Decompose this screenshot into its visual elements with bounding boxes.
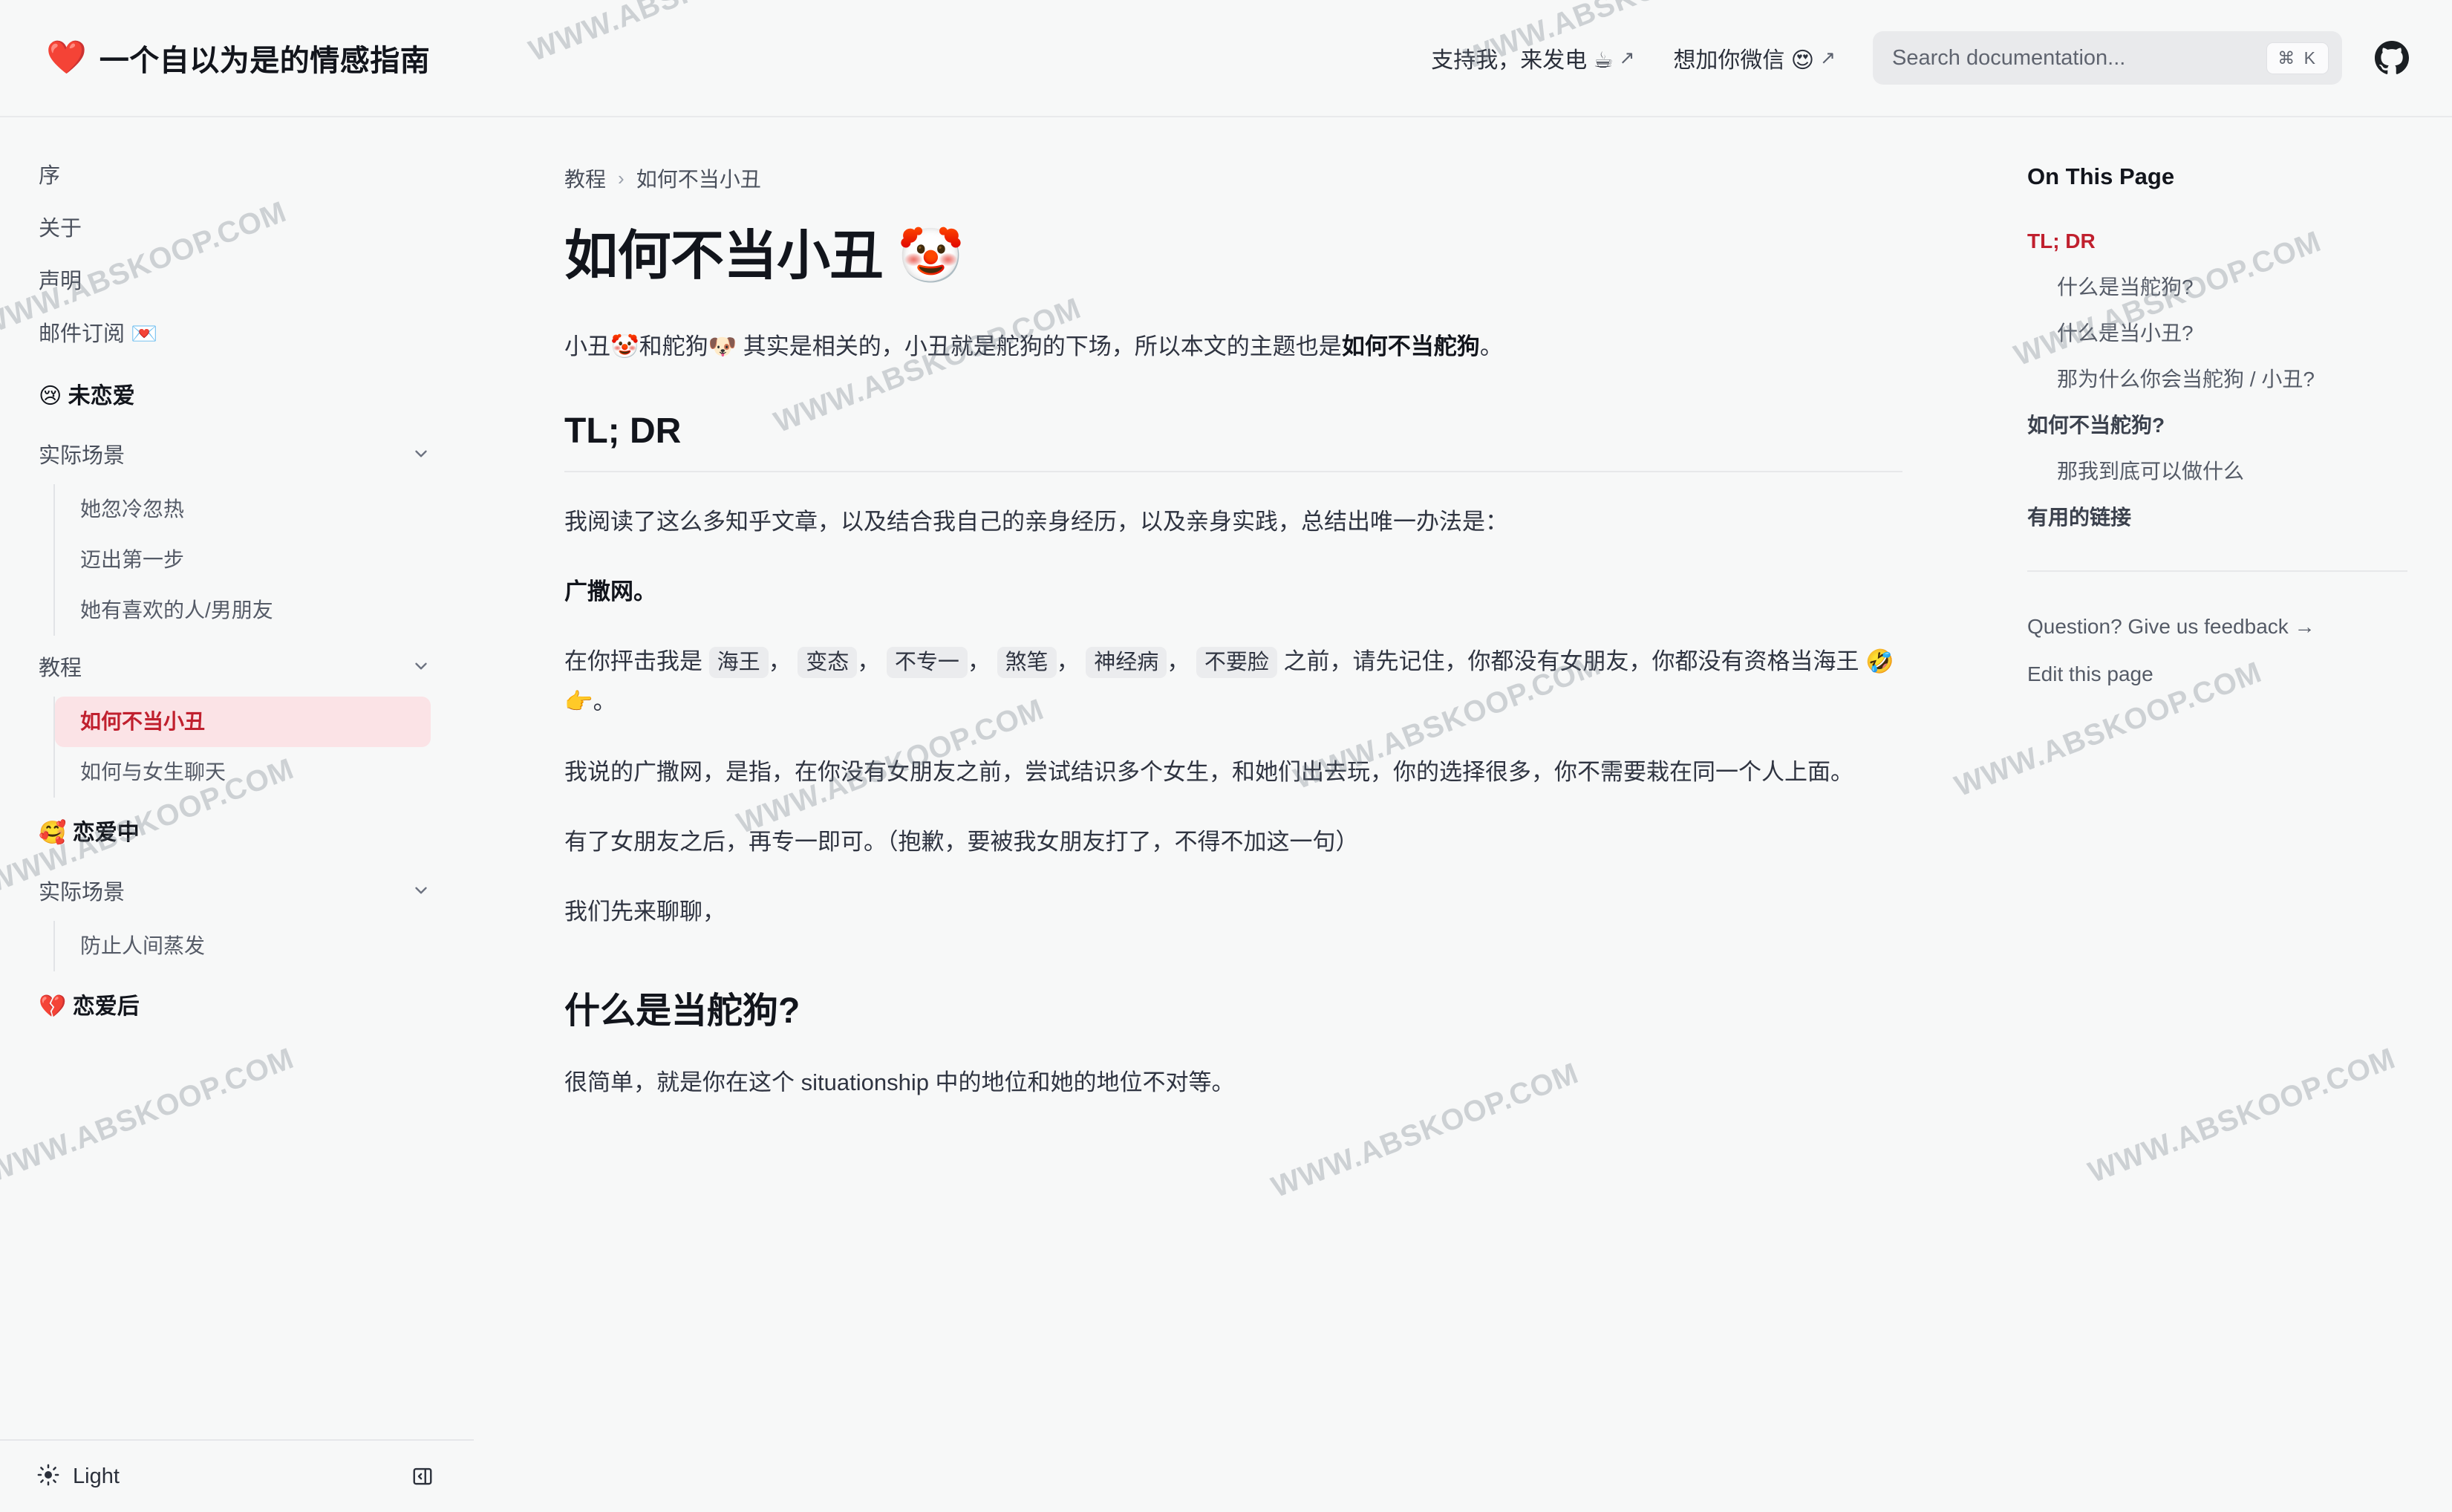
external-link-icon: ↗ [1619, 48, 1635, 68]
paragraph-7: 很简单，就是你在这个 situationship 中的地位和她的地位不对等。 [564, 1069, 1235, 1096]
sidebar-item-statement[interactable]: 声明 [39, 255, 435, 308]
sidebar-group-tutorials[interactable]: 教程 [0, 636, 474, 697]
heart-icon: ❤️ [46, 39, 87, 76]
p3-comma-2: ， [967, 648, 991, 675]
chevron-down-icon [411, 444, 431, 463]
toc-item-what-is-simp[interactable]: 什么是当舵狗? [2027, 264, 2407, 310]
chip-biantai: 变态 [798, 647, 858, 679]
paragraph-5: 有了女朋友之后，再专一即可。（抱歉，要被我女朋友打了，不得不加这一句） [564, 828, 1359, 855]
sidebar-item-prevent-ghosting[interactable]: 防止人间蒸发 [55, 921, 474, 971]
theme-label: Light [73, 1464, 120, 1488]
p3-comma-1: ， [857, 648, 881, 675]
sidebar-item-how-to-chat[interactable]: 如何与女生聊天 [55, 747, 474, 798]
sidebar-item-about[interactable]: 关于 [39, 203, 435, 255]
sidebar-section-after: 💔 恋爱后 [39, 994, 140, 1019]
sidebar-group-label: 实际场景 [39, 444, 125, 468]
external-link-icon: ↗ [1820, 48, 1836, 68]
sun-icon [37, 1464, 59, 1490]
paragraph-1: 我阅读了这么多知乎文章，以及结合我自己的亲身经历，以及亲身实践，总结出唯一办法是… [564, 508, 1508, 535]
sidebar-top-items: 序 关于 声明 邮件订阅 💌 [0, 150, 474, 361]
header-link-support-label: 支持我，来发电 ☕ [1431, 48, 1614, 73]
sidebar-children-scenarios-dating: 防止人间蒸发 [53, 921, 474, 971]
toc-item-tldr[interactable]: TL; DR [2027, 218, 2407, 264]
toc-footer: Question? Give us feedback → Edit this p… [2027, 603, 2407, 698]
sidebar-item-newsletter[interactable]: 邮件订阅 💌 [39, 308, 435, 361]
sidebar-footer: Light [0, 1439, 474, 1512]
p3-comma-0: ， [768, 648, 792, 675]
sidebar-item-preface[interactable]: 序 [39, 150, 435, 203]
sidebar-item-how-not-to-be-clown[interactable]: 如何不当小丑 [55, 697, 431, 747]
sidebar-collapse-icon[interactable] [411, 1465, 434, 1487]
breadcrumb-item-tutorials[interactable]: 教程 [564, 163, 606, 193]
breadcrumb-item-current[interactable]: 如何不当小丑 [636, 163, 761, 193]
sidebar: 序 关于 声明 邮件订阅 💌 😢 未恋爱 实际场景 她忽冷忽热 迈出第一步 她有… [0, 117, 474, 1512]
header-nav: 支持我，来发电 ☕ ↗ 想加你微信 😍 ↗ [1431, 42, 1836, 74]
theme-toggle[interactable]: Light [37, 1464, 120, 1490]
on-this-page: On This Page TL; DR 什么是当舵狗? 什么是当小丑? 那为什么… [1992, 117, 2452, 1512]
section-heading-what-is-simp: 什么是当舵狗? [564, 991, 801, 1032]
lead-text-2: 。 [1479, 333, 1503, 360]
p3-comma-4: ， [1167, 648, 1190, 675]
section-heading-tldr: TL; DR [564, 411, 1902, 472]
paragraph-2-strong: 广撒网。 [564, 578, 656, 605]
sidebar-group-scenarios-single[interactable]: 实际场景 [0, 423, 474, 484]
search-shortcut-badge: ⌘ K [2266, 42, 2329, 74]
chip-shabi: 煞笔 [997, 647, 1057, 679]
feedback-link[interactable]: Question? Give us feedback → [2027, 603, 2407, 651]
toc-item-useful-links[interactable]: 有用的链接 [2027, 495, 2407, 541]
toc-item-why-simp-clown[interactable]: 那为什么你会当舵狗 / 小丑? [2027, 356, 2407, 403]
chevron-down-icon [411, 881, 431, 900]
main-content: 教程 › 如何不当小丑 如何不当小丑 🤡 小丑🤡和舵狗🐶 其实是相关的，小丑就是… [474, 117, 1992, 1512]
sidebar-group-scenarios-dating[interactable]: 实际场景 [0, 860, 474, 921]
chip-shenjingbing: 神经病 [1086, 647, 1167, 679]
sidebar-item-she-has-someone[interactable]: 她有喜欢的人/男朋友 [55, 585, 474, 636]
sidebar-children-tutorials: 如何不当小丑 如何与女生聊天 [53, 697, 474, 798]
sidebar-item-hot-cold[interactable]: 她忽冷忽热 [55, 484, 474, 535]
toc-divider [2027, 570, 2407, 572]
toc-title: On This Page [2027, 163, 2175, 189]
chevron-right-icon: › [618, 166, 625, 189]
toc-item-how-not-to-simp[interactable]: 如何不当舵狗? [2027, 403, 2407, 449]
sidebar-section-single: 😢 未恋爱 [39, 384, 135, 408]
header-link-support[interactable]: 支持我，来发电 ☕ ↗ [1431, 42, 1634, 74]
p3-prefix: 在你抨击我是 [564, 648, 702, 675]
lead-paragraph: 小丑🤡和舵狗🐶 其实是相关的，小丑就是舵狗的下场，所以本文的主题也是如何不当舵狗… [564, 327, 1902, 367]
chip-haiwang: 海王 [708, 647, 769, 679]
brand-title: 一个自以为是的情感指南 [99, 45, 431, 77]
header-link-wechat[interactable]: 想加你微信 😍 ↗ [1673, 42, 1836, 74]
toc-item-what-can-i-do[interactable]: 那我到底可以做什么 [2027, 449, 2407, 495]
app-header: ❤️ 一个自以为是的情感指南 支持我，来发电 ☕ ↗ 想加你微信 😍 ↗ Sea… [0, 0, 2452, 117]
brand[interactable]: ❤️ 一个自以为是的情感指南 [46, 36, 430, 79]
sidebar-children-scenarios-single: 她忽冷忽热 迈出第一步 她有喜欢的人/男朋友 [53, 484, 474, 636]
toc-item-what-is-clown[interactable]: 什么是当小丑? [2027, 310, 2407, 356]
sidebar-section-dating: 🥰 恋爱中 [39, 821, 140, 845]
paragraph-6: 我们先来聊聊， [564, 899, 726, 925]
breadcrumb: 教程 › 如何不当小丑 [564, 163, 1902, 193]
chip-buzhuanyi: 不专一 [886, 647, 968, 679]
header-link-wechat-label: 想加你微信 😍 [1673, 48, 1815, 73]
search-input[interactable]: Search documentation... ⌘ K [1873, 31, 2342, 85]
sidebar-group-label: 教程 [39, 656, 82, 680]
edit-page-link[interactable]: Edit this page [2027, 651, 2407, 698]
github-icon[interactable] [2375, 41, 2409, 75]
p3-comma-3: ， [1056, 648, 1080, 675]
lead-text-1: 小丑🤡和舵狗🐶 其实是相关的，小丑就是舵狗的下场，所以本文的主题也是 [564, 333, 1342, 360]
paragraph-3: 在你抨击我是 海王， 变态， 不专一， 煞笔， 神经病， 不要脸 之前，请先记住… [564, 642, 1902, 723]
paragraph-2: 广撒网。 [564, 572, 1902, 612]
paragraph-4: 我说的广撒网，是指，在你没有女朋友之前，尝试结识多个女生，和她们出去玩，你的选择… [564, 758, 1853, 785]
chevron-down-icon [411, 656, 431, 676]
page-title: 如何不当小丑 🤡 [564, 227, 964, 286]
sidebar-item-first-step[interactable]: 迈出第一步 [55, 535, 474, 585]
search-placeholder: Search documentation... [1892, 45, 2126, 70]
sidebar-group-label: 实际场景 [39, 881, 125, 905]
lead-emphasis: 如何不当舵狗 [1341, 333, 1480, 360]
chip-buyaolian: 不要脸 [1196, 647, 1277, 679]
